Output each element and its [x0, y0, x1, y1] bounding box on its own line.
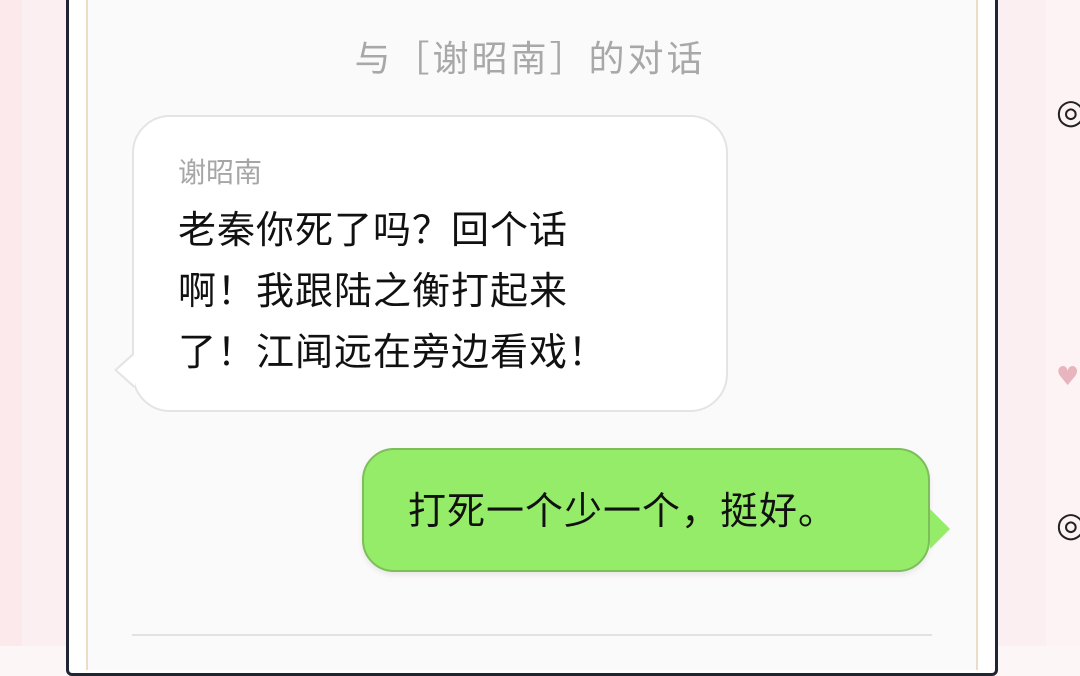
outgoing-bubble-tail [930, 509, 950, 549]
incoming-bubble-tail-fill [117, 354, 135, 386]
pattern-icon: ◎ [1056, 505, 1080, 545]
incoming-message-text: 老秦你死了吗？回个话 啊！我跟陆之衡打起来 了！江闻远在旁边看戏！ [178, 208, 608, 374]
chat-title: 与［谢昭南］的对话 [354, 39, 706, 80]
pattern-icon: ◎ [1056, 92, 1080, 132]
outgoing-message-text: 打死一个少一个，挺好。 [408, 489, 838, 533]
sender-name: 谢昭南 [178, 156, 263, 189]
left-margin-decoration [0, 0, 22, 646]
heart-icon: ♥ [1056, 362, 1080, 392]
divider [132, 634, 932, 636]
